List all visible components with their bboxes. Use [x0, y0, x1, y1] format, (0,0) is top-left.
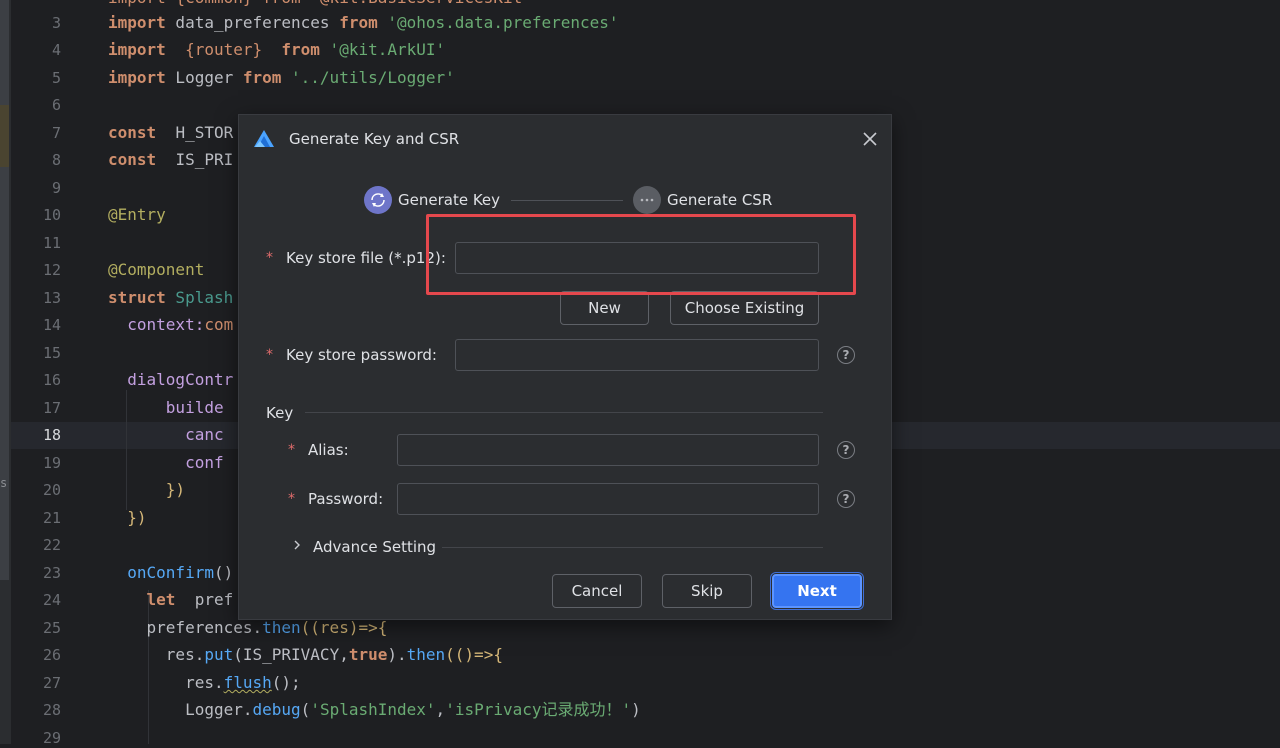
key-store-password-label: Key store password:: [286, 346, 437, 364]
code-line: const IS_PRI: [108, 150, 234, 169]
ellipsis-icon: [640, 198, 654, 202]
indent-guide: [148, 590, 149, 744]
skip-button[interactable]: Skip: [662, 574, 752, 608]
line-number: 28: [42, 701, 61, 719]
line-number: 8: [51, 151, 61, 169]
line-number: 7: [51, 124, 61, 142]
line-number: 21: [42, 509, 61, 527]
line-number: 16: [42, 371, 61, 389]
line-number: 14: [42, 316, 61, 334]
line-number-current: 18: [42, 426, 61, 444]
line-number: 23: [42, 564, 61, 582]
code-line: struct Splash: [108, 288, 234, 307]
line-number-gutter: 3 4 5 6 7 8 9 10 11 12 13 14 15 16 17 18…: [11, 0, 71, 747]
line-number: 13: [42, 289, 61, 307]
step-generate-key: Generate Key: [364, 185, 500, 215]
code-line: @Component: [108, 260, 205, 279]
code-line: onConfirm(): [108, 563, 234, 582]
scroll-marker: [0, 105, 9, 167]
line-number: 12: [42, 261, 61, 279]
help-icon[interactable]: ?: [837, 346, 855, 364]
line-number: 11: [42, 234, 61, 252]
code-line: canc: [108, 425, 224, 444]
code-line: Logger.debug('SplashIndex','isPrivacy记录成…: [108, 700, 641, 719]
line-number: 20: [42, 481, 61, 499]
code-line: context:com: [108, 315, 234, 334]
required-mark: *: [266, 347, 273, 363]
step-label: Generate CSR: [667, 191, 773, 209]
required-mark: *: [288, 442, 295, 458]
line-number: 25: [42, 619, 61, 637]
code-line: conf: [108, 453, 224, 472]
cancel-button[interactable]: Cancel: [552, 574, 642, 608]
strip-char: s: [0, 476, 8, 490]
code-line: res.flush();: [108, 673, 301, 692]
code-line: const H_STOR: [108, 123, 234, 142]
dialog-title: Generate Key and CSR: [289, 130, 460, 148]
section-divider: [442, 547, 823, 548]
code-line: import Logger from '../utils/Logger': [108, 68, 455, 87]
dialog-title-bar[interactable]: Generate Key and CSR: [239, 115, 891, 163]
key-section-label: Key: [266, 404, 294, 422]
code-line: import {router} from '@kit.ArkUI': [108, 40, 446, 59]
line-number: 9: [51, 179, 61, 197]
code-line: builde: [108, 398, 224, 417]
refresh-icon: [371, 193, 385, 207]
annotation-highlight-box: [426, 214, 856, 295]
new-button[interactable]: New: [560, 291, 649, 325]
line-number: 3: [51, 14, 61, 32]
line-number: 15: [42, 344, 61, 362]
left-tool-strip: s: [0, 0, 11, 744]
generate-key-csr-dialog: Generate Key and CSR Generate Key Genera…: [238, 114, 892, 620]
line-number: 27: [42, 674, 61, 692]
code-line: import {common} from '@kit.BasicServices…: [108, 0, 532, 8]
line-number: 19: [42, 454, 61, 472]
line-number: 4: [51, 41, 61, 59]
alias-input[interactable]: [397, 434, 819, 466]
step-label: Generate Key: [398, 191, 501, 209]
help-icon[interactable]: ?: [837, 490, 855, 508]
next-button[interactable]: Next: [772, 574, 862, 608]
step-generate-csr: Generate CSR: [633, 185, 772, 215]
close-icon[interactable]: [859, 128, 881, 150]
line-number: 29: [42, 729, 61, 747]
required-mark: *: [288, 491, 295, 507]
code-line: preferences.then((res)=>{: [108, 618, 388, 637]
choose-existing-button[interactable]: Choose Existing: [670, 291, 819, 325]
key-store-file-label: Key store file (*.p12):: [286, 249, 446, 267]
stepper-connector: [511, 200, 623, 201]
password-input[interactable]: [397, 483, 819, 515]
deveco-logo-icon: [254, 130, 274, 147]
password-label: Password:: [308, 490, 384, 508]
key-store-password-input[interactable]: [455, 339, 819, 371]
line-number: 6: [51, 96, 61, 114]
code-line: dialogContr: [108, 370, 234, 389]
line-number: 10: [42, 206, 61, 224]
step-active-icon: [364, 186, 392, 214]
code-line: }): [108, 508, 147, 527]
code-line: }): [108, 480, 186, 499]
editor-scrollbar[interactable]: [0, 0, 9, 580]
advance-setting-toggle[interactable]: Advance Setting: [313, 538, 436, 556]
line-number: 5: [51, 69, 61, 87]
required-mark: *: [266, 250, 273, 266]
line-number: 24: [42, 591, 61, 609]
alias-label: Alias:: [308, 441, 349, 459]
line-number: 26: [42, 646, 61, 664]
code-line: let pref: [108, 590, 234, 609]
chevron-right-icon[interactable]: [292, 539, 302, 551]
code-line: import data_preferences from '@ohos.data…: [108, 13, 619, 32]
step-pending-icon: [633, 186, 661, 214]
code-line: @Entry: [108, 205, 166, 224]
line-number: 22: [42, 536, 61, 554]
line-number: 17: [42, 399, 61, 417]
section-divider: [305, 412, 823, 413]
help-icon[interactable]: ?: [837, 441, 855, 459]
code-line: res.put(IS_PRIVACY,true).then(()=>{: [108, 645, 503, 664]
